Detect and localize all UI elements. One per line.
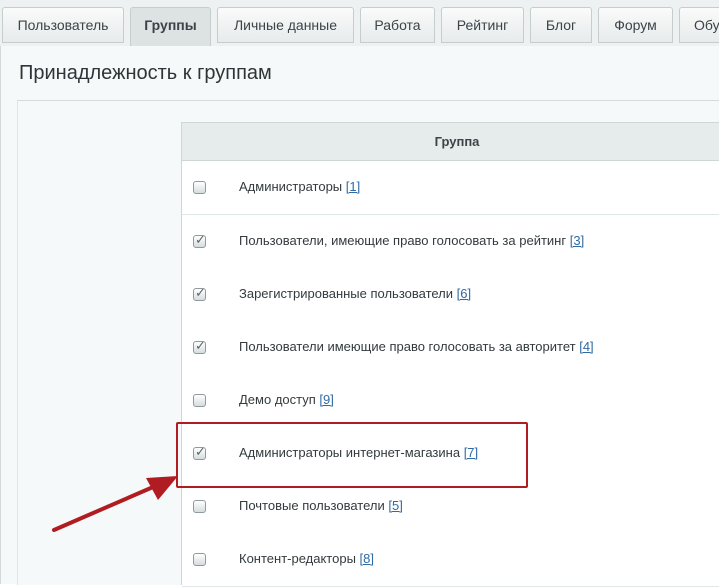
arrow-annotation: [52, 476, 178, 532]
arrow-shaft: [52, 482, 162, 532]
